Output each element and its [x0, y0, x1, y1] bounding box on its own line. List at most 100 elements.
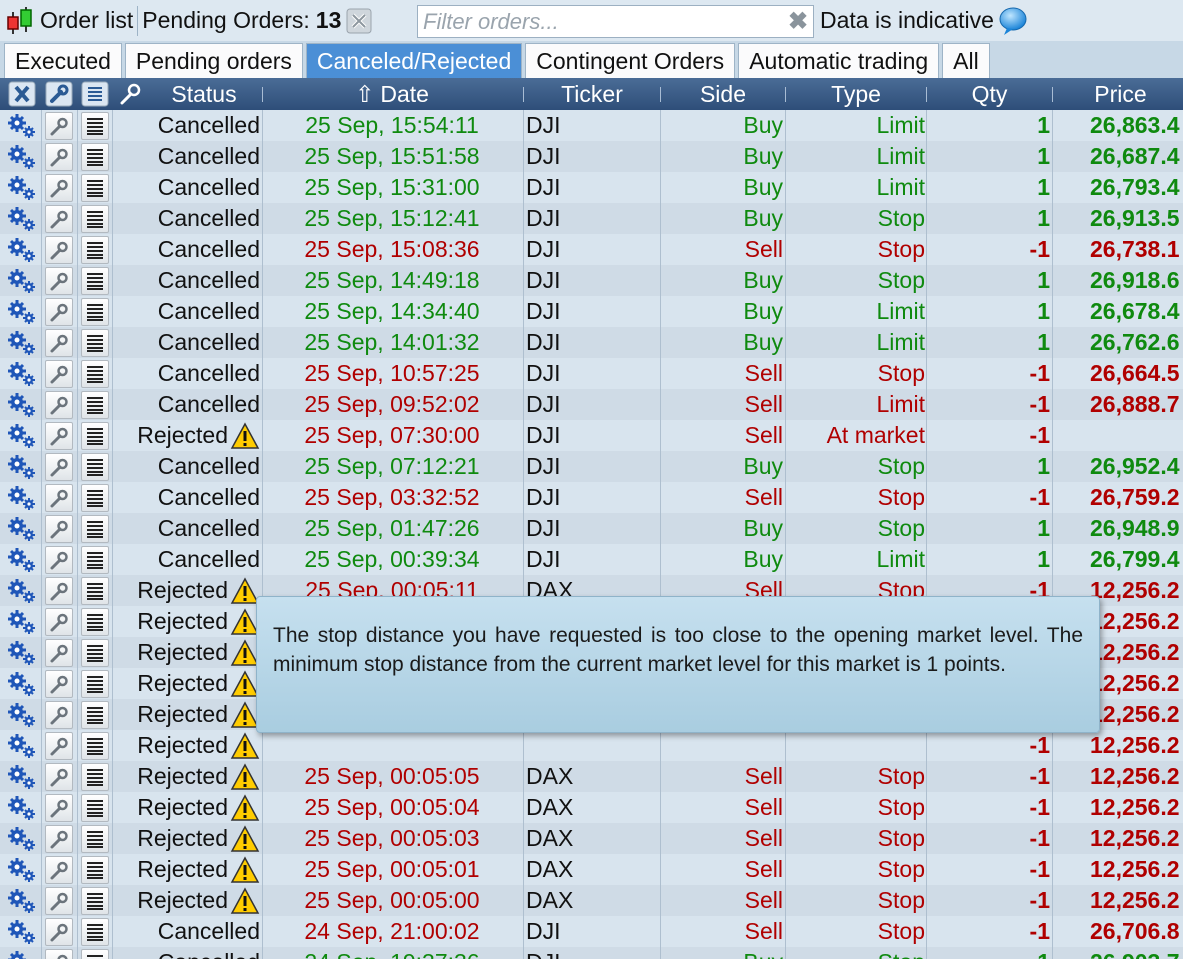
row-settings-button[interactable]	[4, 854, 40, 885]
row-details-button[interactable]	[79, 606, 111, 637]
column-qty[interactable]: Qty	[927, 78, 1052, 110]
row-edit-button[interactable]	[42, 730, 76, 761]
row-settings-button[interactable]	[4, 792, 40, 823]
row-settings-button[interactable]	[4, 730, 40, 761]
warning-icon[interactable]	[230, 855, 260, 884]
header-edit-button[interactable]	[43, 78, 75, 110]
header-cancel-all-button[interactable]	[6, 78, 38, 110]
table-row[interactable]: Rejected 25 Sep, 00:05:01 DAX Sell Stop -1 12,…	[0, 854, 1183, 885]
warning-icon[interactable]	[230, 731, 260, 760]
tab-executed[interactable]: Executed	[4, 43, 122, 78]
table-row[interactable]: Cancelled 25 Sep, 00:39:34 DJI Buy Limit 1 26,…	[0, 544, 1183, 575]
column-status[interactable]: Status	[150, 78, 258, 110]
table-row[interactable]: Rejected 25 Sep, 00:05:04 DAX Sell Stop -1 12,…	[0, 792, 1183, 823]
table-row[interactable]: Cancelled 25 Sep, 14:01:32 DJI Buy Limit 1 26,…	[0, 327, 1183, 358]
row-details-button[interactable]	[79, 885, 111, 916]
row-settings-button[interactable]	[4, 451, 40, 482]
column-type[interactable]: Type	[786, 78, 926, 110]
row-details-button[interactable]	[79, 296, 111, 327]
row-edit-button[interactable]	[42, 699, 76, 730]
column-ticker[interactable]: Ticker	[524, 78, 660, 110]
row-details-button[interactable]	[79, 668, 111, 699]
column-date[interactable]: ⇧ Date	[263, 78, 521, 110]
row-edit-button[interactable]	[42, 792, 76, 823]
row-details-button[interactable]	[79, 513, 111, 544]
row-details-button[interactable]	[79, 110, 111, 141]
column-price[interactable]: Price	[1053, 78, 1183, 110]
row-settings-button[interactable]	[4, 699, 40, 730]
row-details-button[interactable]	[79, 730, 111, 761]
row-edit-button[interactable]	[42, 451, 76, 482]
row-details-button[interactable]	[79, 637, 111, 668]
row-edit-button[interactable]	[42, 420, 76, 451]
row-settings-button[interactable]	[4, 885, 40, 916]
row-edit-button[interactable]	[42, 885, 76, 916]
row-settings-button[interactable]	[4, 947, 40, 959]
row-settings-button[interactable]	[4, 637, 40, 668]
table-row[interactable]: Cancelled 25 Sep, 15:31:00 DJI Buy Limit 1 26,…	[0, 172, 1183, 203]
row-edit-button[interactable]	[42, 358, 76, 389]
row-edit-button[interactable]	[42, 823, 76, 854]
row-settings-button[interactable]	[4, 203, 40, 234]
table-row[interactable]: Cancelled 25 Sep, 15:12:41 DJI Buy Stop 1 26,9…	[0, 203, 1183, 234]
row-settings-button[interactable]	[4, 544, 40, 575]
row-details-button[interactable]	[79, 141, 111, 172]
row-details-button[interactable]	[79, 699, 111, 730]
row-details-button[interactable]	[79, 451, 111, 482]
column-side[interactable]: Side	[661, 78, 785, 110]
row-details-button[interactable]	[79, 327, 111, 358]
row-edit-button[interactable]	[42, 141, 76, 172]
table-row[interactable]: Cancelled 24 Sep, 21:00:02 DJI Sell Stop -1 26…	[0, 916, 1183, 947]
row-settings-button[interactable]	[4, 141, 40, 172]
warning-icon[interactable]	[230, 824, 260, 853]
tab-pending-orders[interactable]: Pending orders	[124, 43, 303, 78]
row-settings-button[interactable]	[4, 358, 40, 389]
table-row[interactable]: Cancelled 25 Sep, 01:47:26 DJI Buy Stop 1 26,9…	[0, 513, 1183, 544]
row-edit-button[interactable]	[42, 234, 76, 265]
row-edit-button[interactable]	[42, 296, 76, 327]
table-row[interactable]: Cancelled 25 Sep, 10:57:25 DJI Sell Stop -1 26…	[0, 358, 1183, 389]
row-details-button[interactable]	[79, 792, 111, 823]
row-details-button[interactable]	[79, 482, 111, 513]
row-details-button[interactable]	[79, 575, 111, 606]
row-details-button[interactable]	[79, 916, 111, 947]
row-settings-button[interactable]	[4, 668, 40, 699]
row-edit-button[interactable]	[42, 265, 76, 296]
row-edit-button[interactable]	[42, 482, 76, 513]
row-settings-button[interactable]	[4, 606, 40, 637]
row-details-button[interactable]	[79, 420, 111, 451]
table-row[interactable]: Cancelled 25 Sep, 15:08:36 DJI Sell Stop -1 26…	[0, 234, 1183, 265]
row-details-button[interactable]	[79, 761, 111, 792]
warning-icon[interactable]	[230, 886, 260, 915]
table-row[interactable]: Rejected 25 Sep, 00:05:05 DAX Sell Stop -1 12,…	[0, 761, 1183, 792]
row-settings-button[interactable]	[4, 761, 40, 792]
row-edit-button[interactable]	[42, 668, 76, 699]
table-row[interactable]: Cancelled24 Sep, 19:37:36 DJIBuy Stop 1 26,9…	[0, 947, 1183, 959]
table-row[interactable]: Rejected -1 12,256.2	[0, 730, 1183, 761]
row-edit-button[interactable]	[42, 854, 76, 885]
row-details-button[interactable]	[79, 823, 111, 854]
row-details-button[interactable]	[79, 544, 111, 575]
table-row[interactable]: Rejected 25 Sep, 07:30:00 DJI Sell At market…	[0, 420, 1183, 451]
warning-icon[interactable]	[230, 793, 260, 822]
row-settings-button[interactable]	[4, 823, 40, 854]
row-edit-button[interactable]	[42, 606, 76, 637]
clear-pending-button[interactable]	[345, 7, 373, 35]
tab-automatic-trading[interactable]: Automatic trading	[738, 43, 940, 78]
row-edit-button[interactable]	[42, 110, 76, 141]
row-details-button[interactable]	[79, 389, 111, 420]
row-edit-button[interactable]	[42, 947, 76, 959]
row-settings-button[interactable]	[4, 265, 40, 296]
row-details-button[interactable]	[79, 234, 111, 265]
row-details-button[interactable]	[79, 265, 111, 296]
table-row[interactable]: Rejected 25 Sep, 00:05:03 DAX Sell Stop -1 12,…	[0, 823, 1183, 854]
warning-icon[interactable]	[230, 762, 260, 791]
row-edit-button[interactable]	[42, 327, 76, 358]
row-edit-button[interactable]	[42, 513, 76, 544]
row-edit-button[interactable]	[42, 916, 76, 947]
table-row[interactable]: Cancelled 25 Sep, 07:12:21 DJI Buy Stop 1 26,9…	[0, 451, 1183, 482]
header-details-button[interactable]	[79, 78, 111, 110]
row-edit-button[interactable]	[42, 575, 76, 606]
row-settings-button[interactable]	[4, 110, 40, 141]
row-edit-button[interactable]	[42, 637, 76, 668]
